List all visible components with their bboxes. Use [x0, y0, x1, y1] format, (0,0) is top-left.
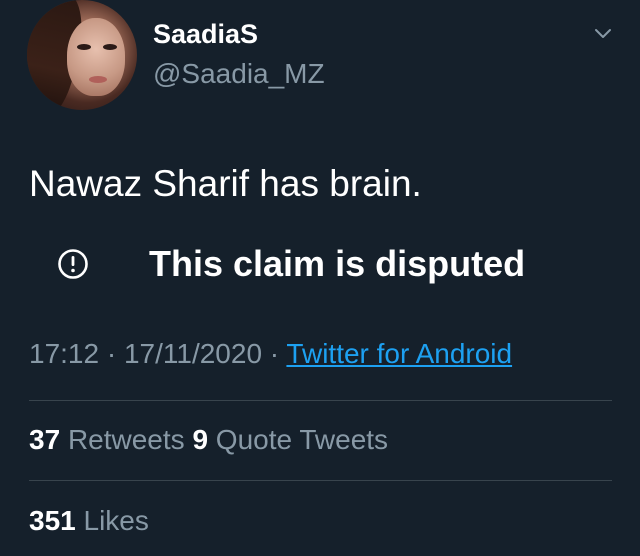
tweet-source-link[interactable]: Twitter for Android [286, 338, 512, 369]
disputed-claim-label[interactable]: This claim is disputed [55, 243, 615, 287]
likes-label: Likes [83, 505, 149, 536]
retweets-stat[interactable]: 37 Retweets [29, 424, 185, 455]
divider [29, 480, 612, 481]
retweets-count: 37 [29, 424, 61, 455]
tweet-time[interactable]: 17:12 [29, 338, 99, 369]
tweet-text: Nawaz Sharif has brain. [29, 163, 422, 204]
alert-circle-icon [58, 249, 88, 279]
meta-separator: · [99, 338, 124, 369]
author-handle[interactable]: @Saadia_MZ [153, 58, 325, 90]
retweets-label: Retweets [67, 424, 185, 455]
author-display-name[interactable]: SaadiaS [153, 19, 258, 50]
likes-stat[interactable]: 351 Likes [29, 505, 149, 537]
tweet-detail: SaadiaS @Saadia_MZ Nawaz Sharif has brai… [0, 0, 640, 556]
disputed-claim-text: This claim is disputed [149, 243, 526, 284]
quote-tweets-count: 9 [192, 424, 209, 455]
chevron-down-icon[interactable] [594, 27, 612, 41]
likes-count: 351 [29, 505, 76, 536]
engagement-stats: 37 Retweets 9 Quote Tweets [29, 424, 388, 456]
avatar[interactable] [27, 0, 137, 110]
meta-separator: · [262, 338, 287, 369]
divider [29, 400, 612, 401]
quote-tweets-stat[interactable]: 9 Quote Tweets [192, 424, 388, 455]
quote-tweets-label: Quote Tweets [215, 424, 389, 455]
tweet-metadata: 17:12 · 17/11/2020 · Twitter for Android [29, 338, 512, 370]
tweet-date[interactable]: 17/11/2020 [124, 338, 262, 369]
